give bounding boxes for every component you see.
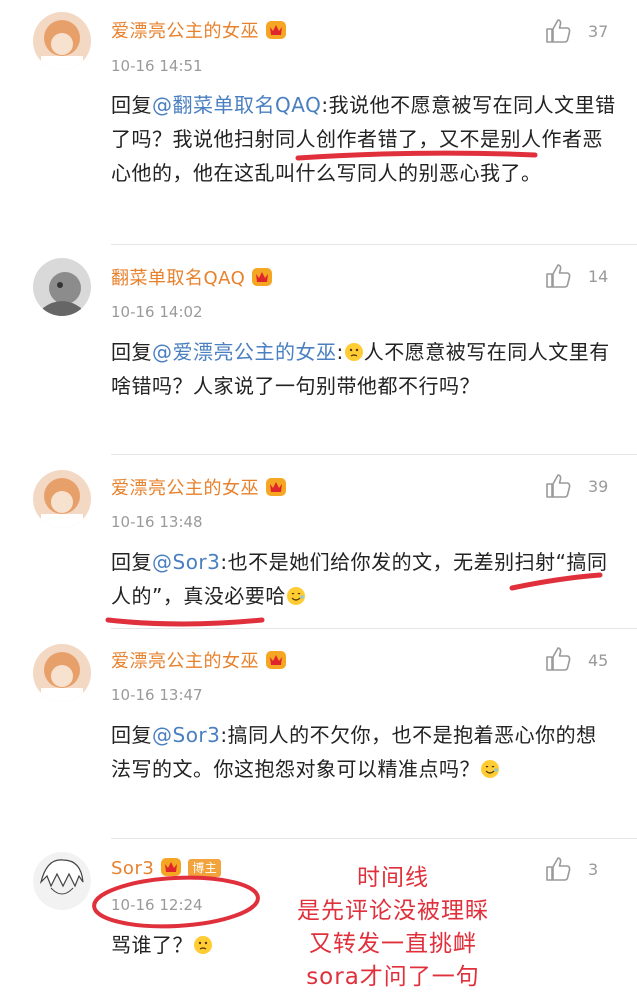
annotation-line: sora才问了一句: [306, 964, 480, 990]
annotation-line: 时间线: [357, 865, 429, 891]
annotation-line: 是先评论没被理睬: [297, 898, 489, 924]
annotation-text: 时间线 是先评论没被理睬 又转发一直挑衅 sora才问了一句: [268, 862, 518, 994]
annotation-line: 又转发一直挑衅: [309, 931, 477, 957]
